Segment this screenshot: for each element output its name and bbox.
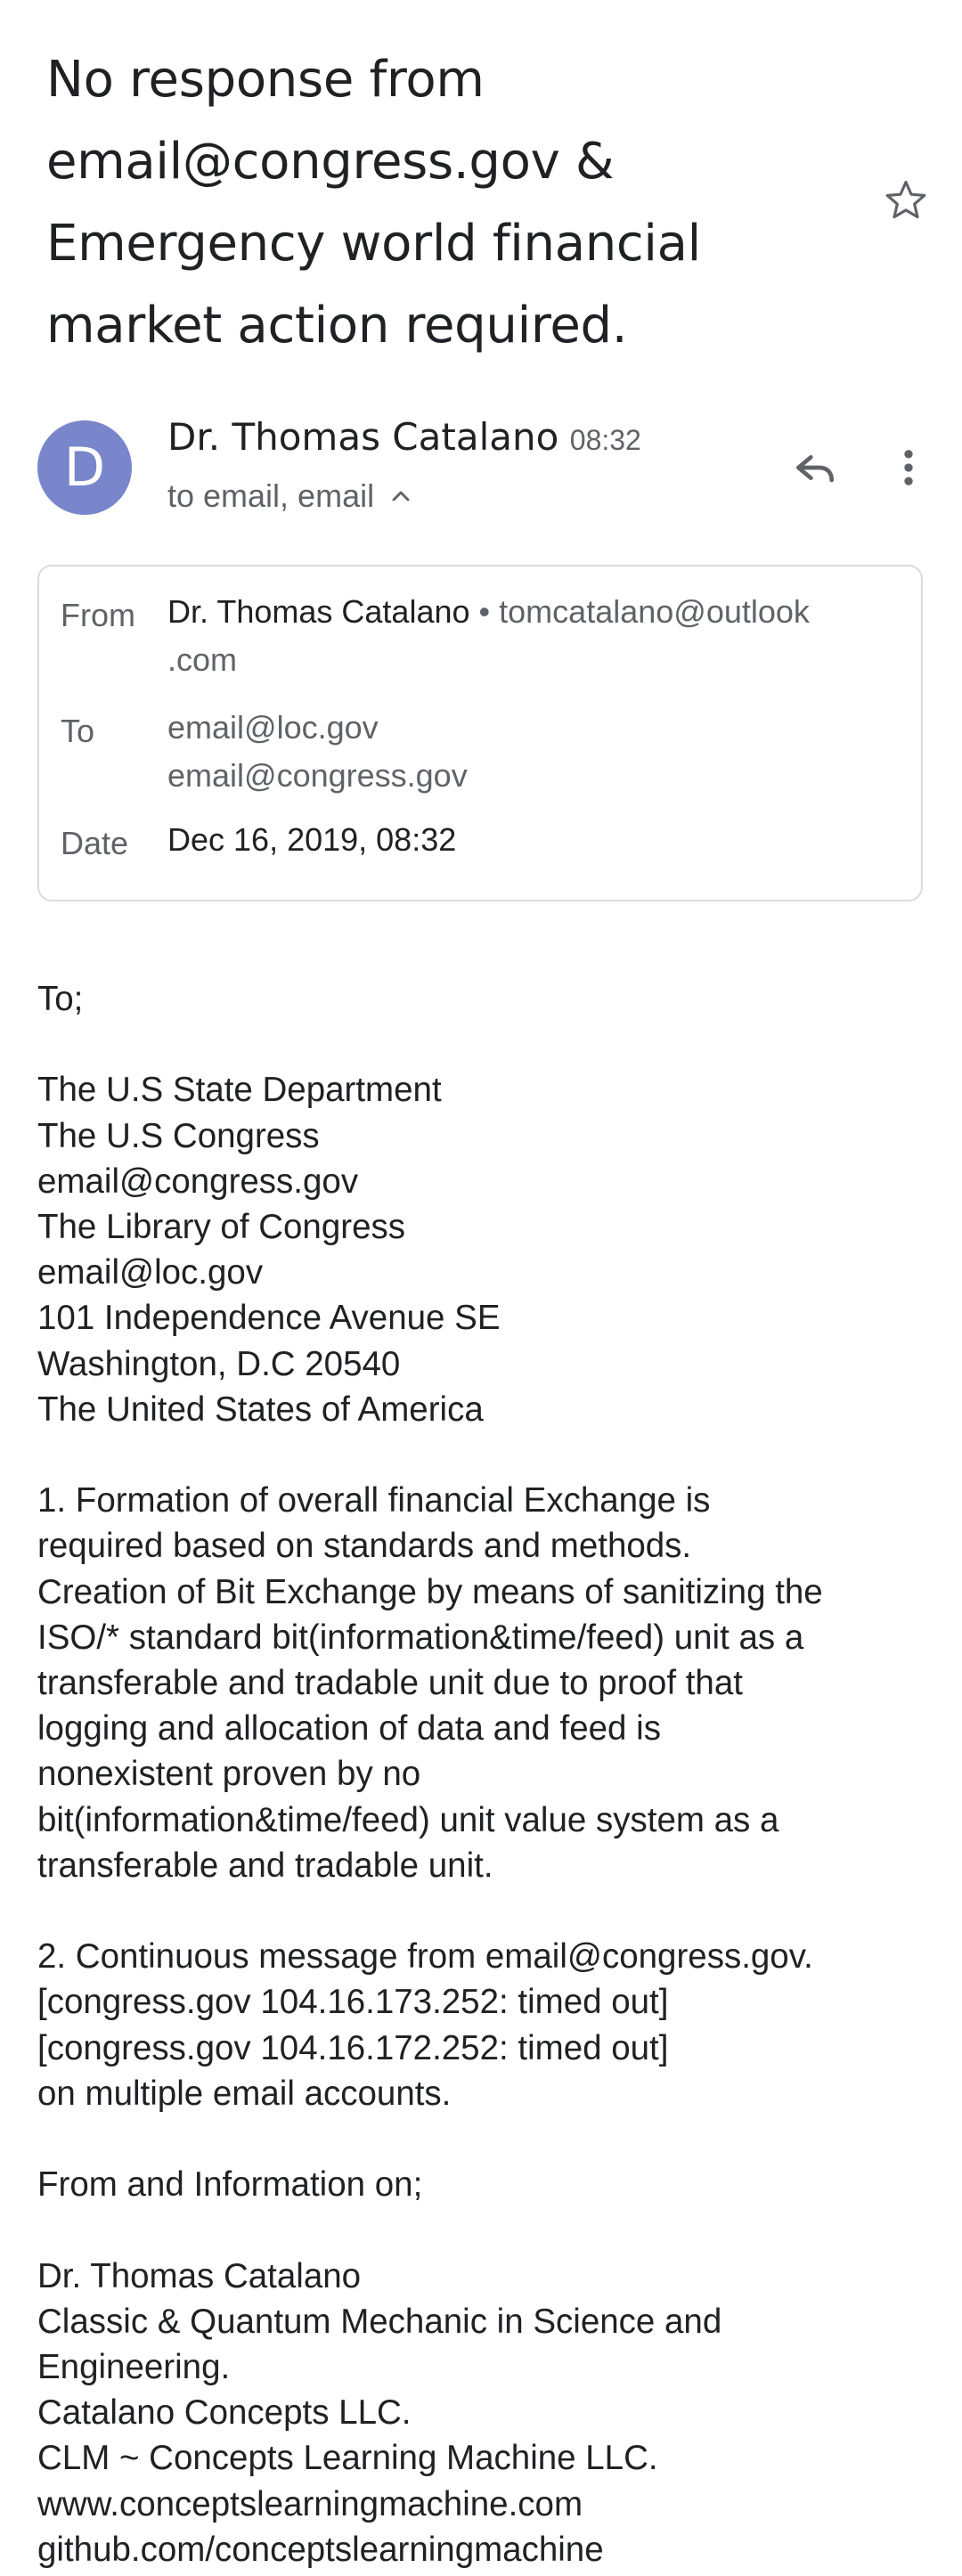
signature-line: CLM ~ Concepts Learning Machine LLC.	[37, 2439, 658, 2478]
signature-line: Catalano Concepts LLC.	[37, 2393, 412, 2433]
address-line: 101 Independence Avenue SE	[37, 1299, 501, 1338]
date-value: Dec 16, 2019, 08:32	[167, 821, 457, 858]
avatar-letter: D	[63, 436, 106, 499]
more-options-button[interactable]	[882, 436, 935, 499]
point-2-line: 2. Continuous message from email@congres…	[37, 1937, 813, 1977]
signature-line: Dr. Thomas Catalano	[37, 2256, 362, 2295]
point-1-line: bit(information&time/feed) unit value sy…	[37, 1800, 779, 1839]
address-block: The U.S State Department The U.S Congres…	[37, 1067, 937, 1432]
subject-line: market action required.	[46, 297, 628, 355]
subject-line: No response from	[46, 51, 485, 109]
more-vert-icon	[904, 450, 913, 485]
address-line: The U.S State Department	[37, 1071, 442, 1110]
point-1-line: Creation of Bit Exchange by means of san…	[37, 1572, 823, 1611]
recipients-summary: to email, email	[167, 477, 375, 514]
to-address[interactable]: email@congress.gov	[167, 752, 907, 800]
reply-icon	[796, 455, 834, 483]
address-line: email@congress.gov	[37, 1162, 359, 1201]
address-line: The Library of Congress	[37, 1208, 405, 1246]
point-1: 1. Formation of overall financial Exchan…	[37, 1478, 937, 1888]
signature-link[interactable]: www.conceptslearningmachine.com	[37, 2482, 937, 2527]
signature-link[interactable]: github.com/conceptslearningmachine	[37, 2527, 937, 2572]
address-line: The United States of America	[37, 1390, 484, 1429]
recipients-toggle[interactable]: to email, email	[167, 477, 415, 515]
signature-block: Dr. Thomas Catalano Classic & Quantum Me…	[37, 2254, 937, 2572]
reply-button[interactable]	[784, 436, 846, 499]
sent-time: 08:32	[569, 424, 641, 456]
signature-line: Engineering.	[37, 2348, 231, 2387]
from-email[interactable]: tomcatalano@outlook	[499, 593, 810, 630]
subject-block: No response from email@congress.gov & Em…	[46, 39, 830, 367]
point-2: 2. Continuous message from email@congres…	[37, 1934, 937, 2116]
point-1-line: transferable and tradable unit due to pr…	[37, 1664, 743, 1703]
sender-avatar[interactable]: D	[37, 420, 132, 515]
star-outline-icon	[885, 180, 926, 219]
point-2-line: on multiple email accounts.	[37, 2074, 452, 2113]
from-info-line: From and Information on;	[37, 2165, 423, 2205]
address-line: The U.S Congress	[37, 1116, 320, 1155]
sender-name[interactable]: Dr. Thomas Catalano	[167, 415, 558, 459]
to-address[interactable]: email@loc.gov	[167, 704, 907, 752]
message-details-card: From Dr. Thomas Catalano • tomcatalano@o…	[37, 565, 923, 901]
point-1-line: 1. Formation of overall financial Exchan…	[37, 1481, 711, 1520]
address-line: email@loc.gov	[37, 1253, 264, 1292]
subject-line: email@congress.gov &	[46, 133, 615, 191]
from-label: From	[61, 597, 135, 633]
from-separator: •	[478, 593, 491, 630]
point-1-line: transferable and tradable unit.	[37, 1846, 493, 1885]
from-value: Dr. Thomas Catalano • tomcatalano@outloo…	[167, 588, 907, 684]
point-2-line: [congress.gov 104.16.172.252: timed out]	[37, 2028, 669, 2067]
email-subject: No response from email@congress.gov & Em…	[46, 39, 830, 367]
point-1-line: required based on standards and methods.	[37, 1527, 692, 1566]
greeting: To;	[37, 980, 84, 1018]
chevron-up-icon	[392, 491, 410, 501]
point-1-line: ISO/* standard bit(information&time/feed…	[37, 1618, 804, 1657]
message-body: To; The U.S State Department The U.S Con…	[37, 976, 937, 2572]
to-label: To	[61, 713, 95, 749]
sender-line: Dr. Thomas Catalano 08:32	[167, 415, 641, 459]
from-name: Dr. Thomas Catalano	[167, 593, 470, 630]
point-2-line: [congress.gov 104.16.173.252: timed out]	[37, 1983, 669, 2022]
from-email-continued[interactable]: .com	[167, 641, 237, 678]
subject-line: Emergency world financial	[46, 215, 701, 273]
address-line: Washington, D.C 20540	[37, 1344, 401, 1383]
point-1-line: nonexistent proven by no	[37, 1755, 421, 1794]
date-label: Date	[61, 825, 129, 861]
star-button[interactable]	[880, 175, 932, 226]
signature-line: Classic & Quantum Mechanic in Science an…	[37, 2302, 722, 2341]
to-value: email@loc.gov email@congress.gov	[167, 704, 907, 800]
point-1-line: logging and allocation of data and feed …	[37, 1709, 661, 1749]
